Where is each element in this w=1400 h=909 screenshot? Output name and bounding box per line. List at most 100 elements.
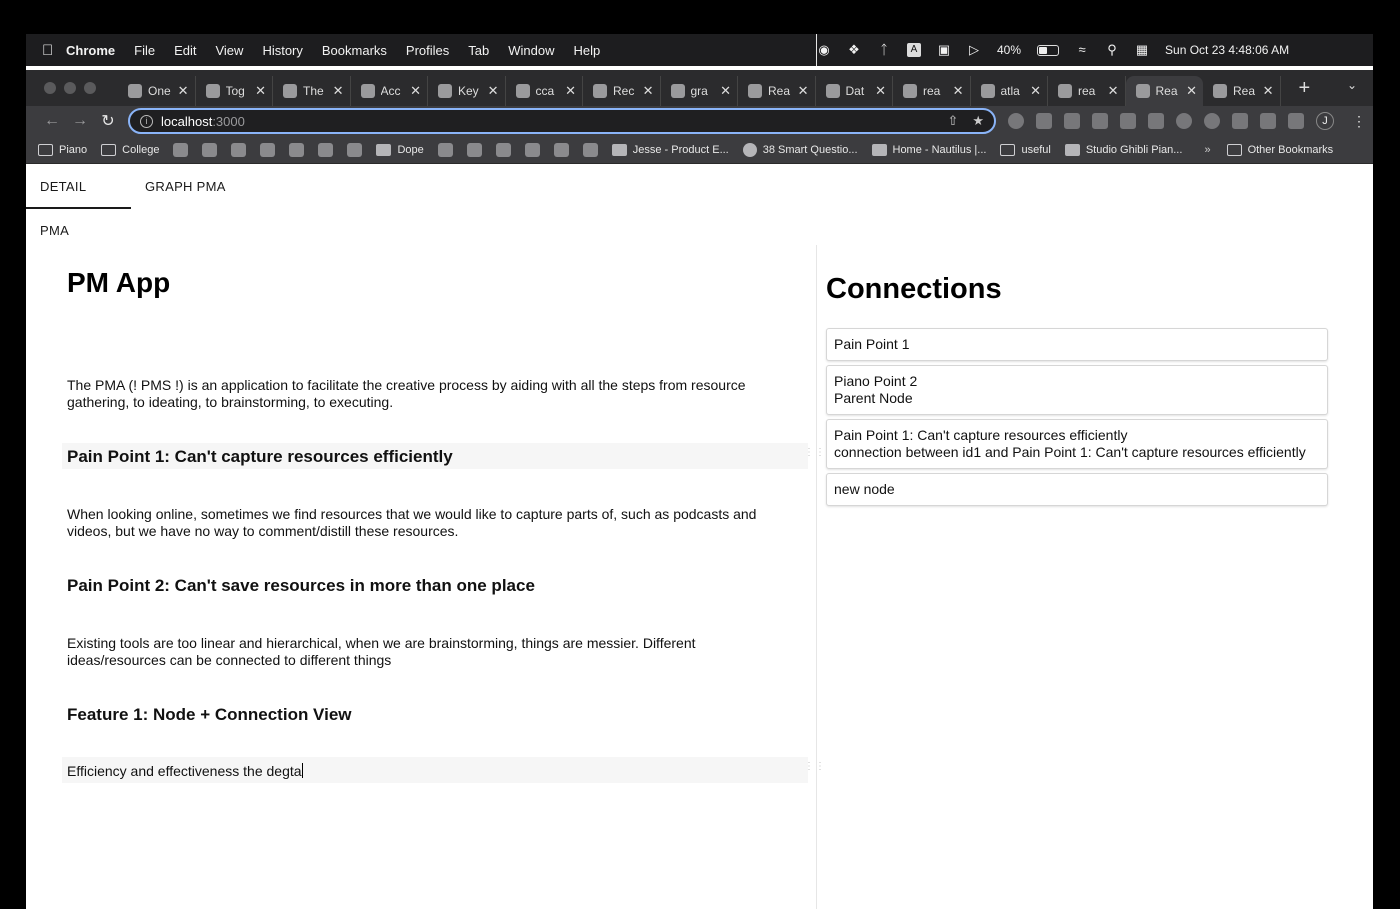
drag-handle-icon[interactable]: ⋮⋮ — [804, 762, 825, 777]
menu-window[interactable]: Window — [508, 43, 554, 58]
more-menu-icon[interactable]: ⋮ — [1352, 113, 1366, 130]
new-extension-icon[interactable] — [1092, 113, 1108, 129]
drag-handle-icon[interactable]: ⋮⋮ — [804, 448, 825, 463]
bookmark-docs-icon[interactable] — [495, 142, 511, 157]
play-icon[interactable]: ▷ — [967, 43, 981, 57]
close-tab-icon[interactable]: ✕ — [875, 83, 886, 99]
search-icon[interactable]: ⚲ — [1105, 43, 1119, 57]
browser-tab[interactable]: Dat ✕ — [816, 76, 893, 106]
bookmark-b-icon[interactable] — [466, 142, 482, 157]
bookmark-extension-icon[interactable] — [1036, 113, 1052, 129]
back-button[interactable]: ← — [38, 112, 66, 130]
share-icon[interactable]: ⇧ — [947, 113, 958, 129]
bookmark-icon-3[interactable] — [231, 142, 247, 157]
browser-tab[interactable]: atla ✕ — [971, 76, 1048, 106]
address-bar[interactable]: i localhost:3000 ⇧ ★ — [128, 108, 996, 134]
document-editor[interactable]: PM App The PMA (! PMS !) is an applicati… — [26, 245, 825, 909]
bookmark-gmail-icon[interactable] — [289, 142, 305, 157]
bookmark-star-icon[interactable]: ★ — [972, 113, 984, 129]
bookmark-icon-4[interactable] — [260, 142, 276, 157]
url-text[interactable]: localhost:3000 — [161, 114, 245, 129]
gem-extension-icon[interactable] — [1008, 113, 1024, 129]
browser-tab[interactable]: gra ✕ — [661, 76, 738, 106]
close-tab-icon[interactable]: ✕ — [1263, 83, 1274, 99]
profile-avatar[interactable]: J — [1316, 112, 1334, 130]
close-tab-icon[interactable]: ✕ — [178, 83, 189, 99]
browser-tab[interactable]: rea ✕ — [893, 76, 971, 106]
connection-item[interactable]: Piano Point 2 Parent Node — [826, 365, 1328, 415]
menu-app-name[interactable]: Chrome — [66, 43, 115, 58]
side-panel-icon[interactable] — [1288, 113, 1304, 129]
apple-icon[interactable]:  — [42, 42, 66, 59]
reload-button[interactable]: ↻ — [94, 111, 122, 131]
menu-tab[interactable]: Tab — [468, 43, 489, 58]
feature-1-body-block[interactable]: Efficiency and effectiveness the degta — [67, 763, 787, 780]
close-tab-icon[interactable]: ✕ — [333, 83, 344, 99]
zoom-window-button[interactable] — [84, 82, 96, 94]
stop-record-icon[interactable]: ◉ — [817, 43, 831, 57]
ud-extension-icon[interactable] — [1176, 113, 1192, 129]
close-tab-icon[interactable]: ✕ — [1030, 83, 1041, 99]
browser-tab[interactable]: Tog ✕ — [196, 76, 273, 106]
pain-point-1-body[interactable]: When looking online, sometimes we find r… — [67, 506, 787, 540]
tab-detail-pma[interactable]: DETAIL PMA — [26, 165, 131, 238]
tab-graph-pma[interactable]: GRAPH PMA — [131, 165, 240, 209]
close-tab-icon[interactable]: ✕ — [643, 83, 654, 99]
new-tab-button[interactable]: + — [1299, 77, 1311, 100]
bookmark-icon-1[interactable] — [173, 142, 189, 157]
close-tab-icon[interactable]: ✕ — [720, 83, 731, 99]
browser-tab[interactable]: cca ✕ — [506, 76, 583, 106]
menu-view[interactable]: View — [215, 43, 243, 58]
menu-edit[interactable]: Edit — [174, 43, 196, 58]
bookmark-other[interactable]: Other Bookmarks — [1226, 143, 1333, 156]
bookmark-useful[interactable]: useful — [1000, 143, 1051, 156]
bookmark-gmail-icon-3[interactable] — [524, 142, 540, 157]
bookmark-jesse[interactable]: Jesse - Product E... — [611, 143, 729, 156]
browser-tab[interactable]: rea ✕ — [1048, 76, 1126, 106]
bookmark-smart-questions[interactable]: 38 Smart Questio... — [742, 142, 858, 157]
browser-tab[interactable]: Rea ✕ — [738, 76, 816, 106]
close-tab-icon[interactable]: ✕ — [255, 83, 266, 99]
pain-point-2-heading[interactable]: Pain Point 2: Can't save resources in mo… — [67, 576, 535, 596]
reading-list-icon[interactable] — [1260, 113, 1276, 129]
browser-tab[interactable]: One ✕ — [118, 76, 196, 106]
close-tab-icon[interactable]: ✕ — [953, 83, 964, 99]
pain-point-2-body[interactable]: Existing tools are too linear and hierar… — [67, 635, 787, 669]
menu-history[interactable]: History — [262, 43, 302, 58]
wifi-icon[interactable]: ≈ — [1075, 43, 1089, 57]
translate-extension-icon[interactable] — [1148, 113, 1164, 129]
close-tab-icon[interactable]: ✕ — [410, 83, 421, 99]
control-center-icon[interactable]: ▦ — [1135, 43, 1149, 57]
bookmark-gmail-icon-2[interactable] — [347, 142, 363, 157]
menu-profiles[interactable]: Profiles — [406, 43, 449, 58]
tab-search-chevron-icon[interactable]: ⌄ — [1347, 78, 1357, 92]
bluetooth-icon[interactable]: ᛏ — [877, 43, 891, 57]
connection-item[interactable]: Pain Point 1 — [826, 328, 1328, 361]
site-info-icon[interactable]: i — [140, 114, 153, 128]
document-title[interactable]: PM App — [67, 267, 170, 299]
browser-tab[interactable]: Key ✕ — [428, 76, 506, 106]
bookmark-calendar-icon[interactable] — [318, 142, 334, 157]
bookmark-ghibli[interactable]: Studio Ghibli Pian... — [1064, 143, 1182, 156]
browser-tab[interactable]: Rea ✕ — [1125, 76, 1203, 106]
close-tab-icon[interactable]: ✕ — [1108, 83, 1119, 99]
adblock-extension-icon[interactable] — [1204, 113, 1220, 129]
close-tab-icon[interactable]: ✕ — [1186, 83, 1197, 99]
connection-item[interactable]: new node — [826, 473, 1328, 506]
puzzle-icon[interactable] — [1232, 113, 1248, 129]
browser-tab[interactable]: The ✕ — [273, 76, 351, 106]
bookmark-icon-6[interactable] — [582, 142, 598, 157]
close-tab-icon[interactable]: ✕ — [565, 83, 576, 99]
minimize-window-button[interactable] — [64, 82, 76, 94]
bookmark-gmail-icon-4[interactable] — [553, 142, 569, 157]
feature-1-body[interactable]: Efficiency and effectiveness the degta — [67, 763, 302, 779]
bookmark-icon-5[interactable] — [437, 142, 453, 157]
browser-tab[interactable]: Acc ✕ — [351, 76, 428, 106]
menu-bookmarks[interactable]: Bookmarks — [322, 43, 387, 58]
menu-help[interactable]: Help — [574, 43, 601, 58]
close-tab-icon[interactable]: ✕ — [488, 83, 499, 99]
datetime[interactable]: Sun Oct 23 4:48:06 AM — [1165, 43, 1289, 57]
browser-tab[interactable]: Rec ✕ — [583, 76, 661, 106]
feature-1-heading[interactable]: Feature 1: Node + Connection View — [67, 705, 352, 725]
more-bookmarks-chevron[interactable]: » — [1204, 144, 1210, 156]
